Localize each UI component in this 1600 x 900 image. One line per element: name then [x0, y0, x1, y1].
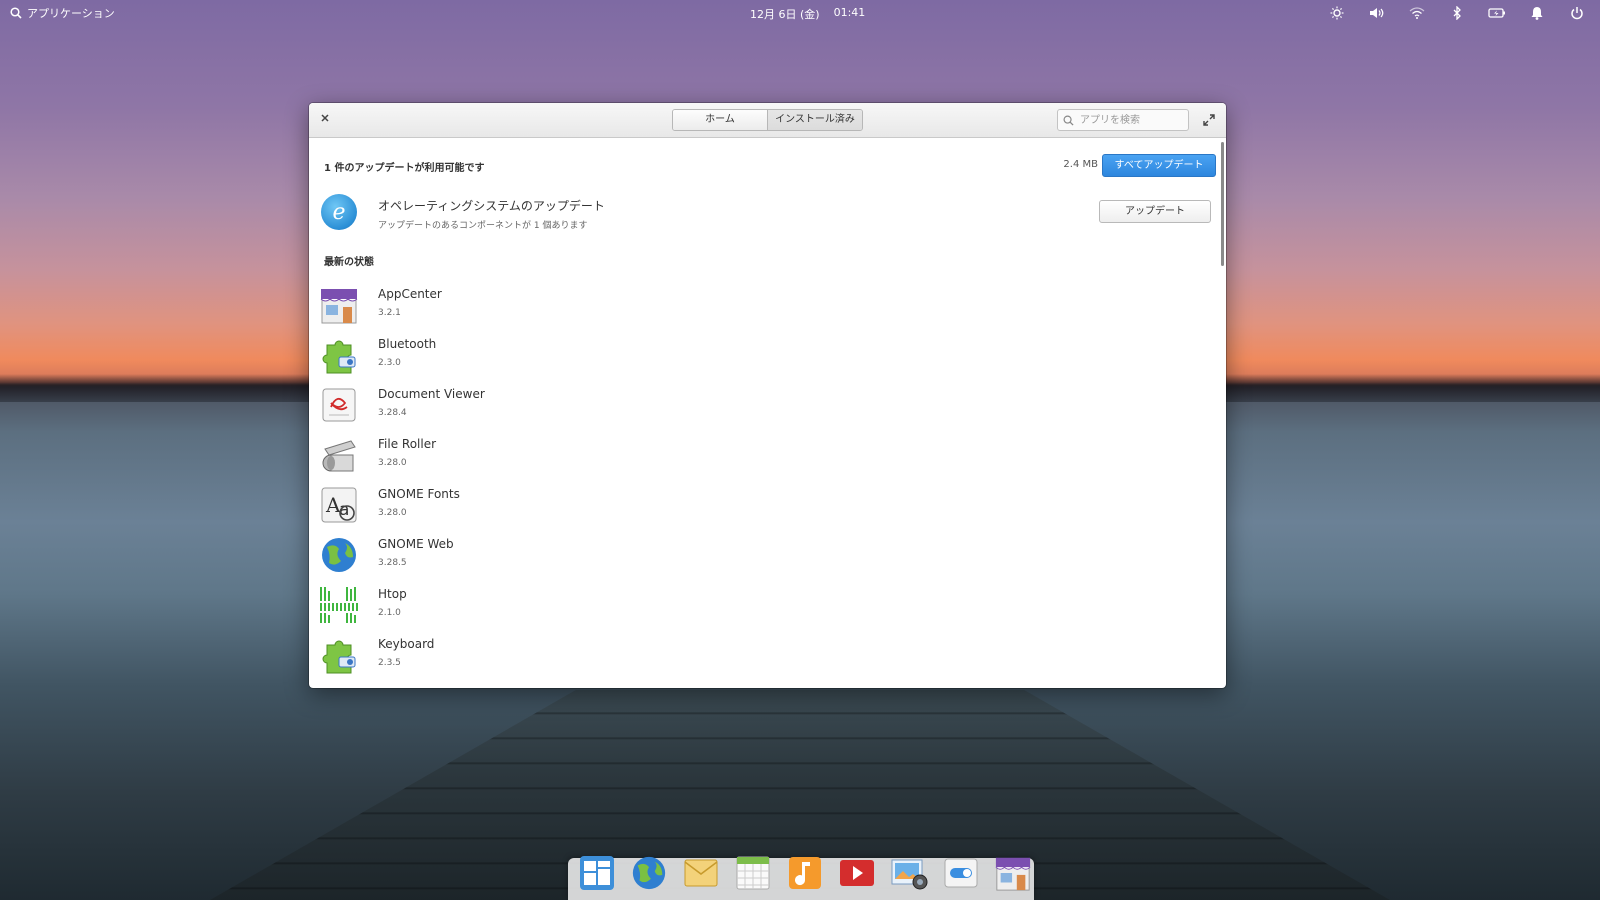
multitasking-view-icon: [580, 856, 614, 890]
list-item[interactable]: GNOME Web 3.28.5: [319, 531, 1209, 581]
keyboard-plug-icon: [322, 640, 356, 674]
list-item[interactable]: Htop 2.1.0: [319, 581, 1209, 631]
tab-installed[interactable]: インストール済み: [767, 110, 862, 130]
appcenter-icon: [995, 857, 1031, 891]
time-label: 01:41: [833, 6, 866, 19]
app-name: Bluetooth: [378, 337, 437, 351]
videos-icon: [840, 860, 874, 886]
app-name: File Roller: [378, 437, 437, 451]
bluetooth-icon[interactable]: [1448, 4, 1466, 22]
app-version: 2.1.0: [378, 608, 401, 618]
file-roller-icon: [322, 440, 356, 472]
installed-view: 1 件のアップデートが利用可能です 2.4 MB すべてアップデート e オペレ…: [309, 138, 1226, 688]
maximize-icon: [1203, 114, 1215, 126]
dock-item-settings[interactable]: [940, 852, 982, 894]
os-update-subtitle: アップデートのあるコンポーネントが 1 個あります: [378, 221, 588, 231]
maximize-button[interactable]: [1202, 112, 1218, 128]
search-icon: [10, 7, 22, 19]
app-name: Htop: [378, 587, 407, 601]
app-name: GNOME Fonts: [378, 487, 460, 501]
os-update-row[interactable]: e オペレーティングシステムのアップデート アップデートのあるコンポーネントが …: [321, 194, 1211, 238]
dock-item-web[interactable]: [628, 852, 670, 894]
dock: [568, 856, 1034, 900]
indicators: [1328, 4, 1586, 22]
mail-icon: [684, 859, 718, 887]
app-version: 3.28.4: [378, 408, 407, 418]
clock[interactable]: 12月 6日 (金) 01:41: [750, 6, 865, 22]
dock-item-appcenter[interactable]: [992, 852, 1034, 894]
settings-icon: [944, 858, 978, 888]
app-name: Keyboard: [378, 637, 435, 651]
power-icon[interactable]: [1568, 4, 1586, 22]
top-panel: アプリケーション 12月 6日 (金) 01:41: [0, 0, 1600, 26]
dock-item-photos[interactable]: [888, 852, 930, 894]
document-viewer-icon: [322, 388, 356, 422]
up-to-date-header: 最新の状態: [324, 257, 374, 268]
app-version: 3.28.5: [378, 558, 407, 568]
appcenter-icon: [320, 289, 358, 324]
appcenter-window: ホーム インストール済み 1 件のアップデートが利用可能です 2.4 MB すべ…: [309, 103, 1226, 688]
update-size-label: 2.4 MB: [1063, 159, 1098, 170]
search-field[interactable]: [1057, 109, 1189, 131]
date-label: 12月 6日 (金): [750, 8, 820, 21]
search-icon: [1063, 115, 1074, 126]
dock-item-videos[interactable]: [836, 852, 878, 894]
app-name: GNOME Web: [378, 537, 454, 551]
installed-app-list: AppCenter 3.2.1 Bluetooth 2.3.0 Document…: [319, 281, 1209, 681]
scrollbar[interactable]: [1221, 142, 1224, 266]
app-version: 3.28.0: [378, 508, 407, 518]
close-button[interactable]: [317, 112, 333, 128]
list-item[interactable]: Document Viewer 3.28.4: [319, 381, 1209, 431]
list-item[interactable]: Keyboard 2.3.5: [319, 631, 1209, 681]
applications-label: アプリケーション: [27, 7, 115, 20]
updates-available-header: 1 件のアップデートが利用可能です: [324, 163, 485, 174]
tab-home[interactable]: ホーム: [673, 110, 767, 130]
wifi-icon[interactable]: [1408, 4, 1426, 22]
dock-item-multitasking[interactable]: [576, 852, 618, 894]
view-switcher: ホーム インストール済み: [672, 109, 863, 131]
dock-item-calendar[interactable]: [732, 852, 774, 894]
list-item[interactable]: A a GNOME Fonts 3.28.0: [319, 481, 1209, 531]
web-browser-icon: [322, 538, 356, 572]
applications-menu-button[interactable]: アプリケーション: [10, 5, 115, 21]
list-item[interactable]: AppCenter 3.2.1: [319, 281, 1209, 331]
music-icon: [789, 857, 821, 889]
os-update-title: オペレーティングシステムのアップデート: [378, 199, 605, 213]
app-version: 2.3.5: [378, 658, 401, 668]
window-titlebar: ホーム インストール済み: [309, 103, 1226, 138]
elementary-os-icon: e: [321, 194, 357, 230]
app-name: AppCenter: [378, 287, 442, 301]
photos-icon: [891, 859, 928, 890]
brightness-icon[interactable]: [1328, 4, 1346, 22]
list-item[interactable]: Bluetooth 2.3.0: [319, 331, 1209, 381]
dock-item-music[interactable]: [784, 852, 826, 894]
update-all-button[interactable]: すべてアップデート: [1102, 154, 1216, 177]
htop-icon: [320, 587, 358, 623]
os-update-button[interactable]: アップデート: [1099, 200, 1211, 223]
notifications-icon[interactable]: [1528, 4, 1546, 22]
fonts-icon: A a: [321, 487, 357, 523]
bluetooth-plug-icon: [322, 340, 356, 374]
volume-icon[interactable]: [1368, 4, 1386, 22]
app-version: 3.2.1: [378, 308, 401, 318]
battery-icon[interactable]: [1488, 4, 1506, 22]
dock-item-mail[interactable]: [680, 852, 722, 894]
app-version: 2.3.0: [378, 358, 401, 368]
search-input[interactable]: [1078, 113, 1182, 127]
calendar-icon: [736, 856, 770, 890]
close-icon: [321, 114, 329, 122]
app-version: 3.28.0: [378, 458, 407, 468]
list-item[interactable]: File Roller 3.28.0: [319, 431, 1209, 481]
web-browser-icon: [632, 856, 666, 890]
app-name: Document Viewer: [378, 387, 485, 401]
